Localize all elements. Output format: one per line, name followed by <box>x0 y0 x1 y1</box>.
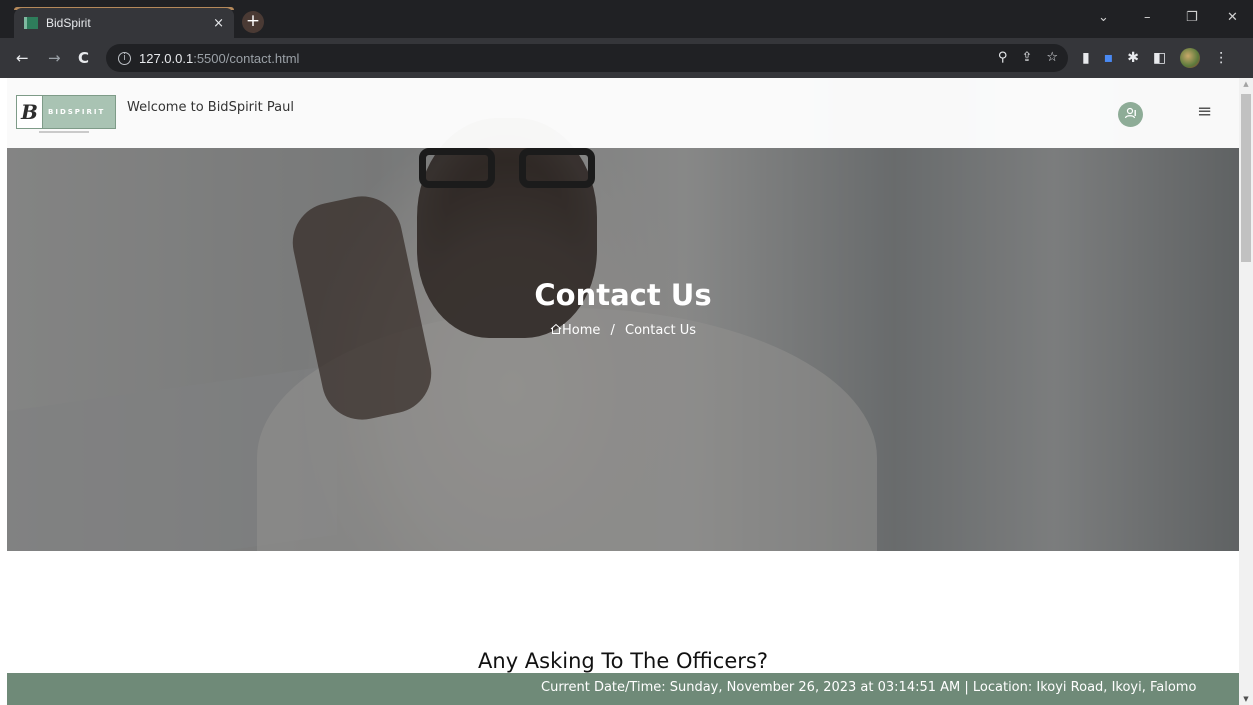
restore-button[interactable]: ❐ <box>1186 10 1198 25</box>
status-ticker: Current Date/Time: Sunday, November 26, … <box>7 673 1239 705</box>
reload-icon[interactable]: C <box>78 49 89 67</box>
address-bar[interactable]: i 127.0.0.1 :5500/contact.html ⚲ ⇪ ☆ <box>106 44 1068 72</box>
browser-tab[interactable]: BidSpirit × <box>14 8 234 38</box>
address-bar-actions: ⚲ ⇪ ☆ <box>998 50 1058 65</box>
site-logo[interactable]: B BIDSPIRIT <box>16 95 116 129</box>
profile-avatar[interactable] <box>1180 48 1201 68</box>
hero-overlay <box>7 78 1239 551</box>
forward-arrow-icon[interactable]: → <box>48 49 61 67</box>
side-panel-icon[interactable]: ◧ <box>1153 50 1166 66</box>
breadcrumb: Home / Contact Us <box>7 323 1239 338</box>
hamburger-menu-icon[interactable]: ≡ <box>1197 101 1212 122</box>
page-scrollbar[interactable]: ▲ ▼ <box>1239 78 1253 705</box>
site-header: B BIDSPIRIT Welcome to BidSpirit Paul ≡ <box>7 78 1239 148</box>
url-path: :5500/contact.html <box>193 50 300 66</box>
url-host: 127.0.0.1 <box>139 50 194 66</box>
breadcrumb-home-link[interactable]: Home <box>550 323 605 338</box>
page-viewport: Contact Us Home / Contact Us B BIDSPIRIT… <box>7 78 1239 705</box>
logo-wordmark: BIDSPIRIT <box>43 96 115 128</box>
ticker-text: Current Date/Time: Sunday, November 26, … <box>541 680 1197 695</box>
breadcrumb-current: Contact Us <box>625 323 697 338</box>
browser-menu-icon[interactable]: ⋮ <box>1214 50 1228 66</box>
extension-badge-icon[interactable]: ▪ <box>1104 50 1114 66</box>
home-icon <box>550 323 562 334</box>
page-title: Contact Us <box>534 278 712 312</box>
browser-tab-strip: BidSpirit × + ⌄ – ❐ ✕ <box>0 0 1253 38</box>
location-pin-icon[interactable]: ⚲ <box>998 50 1008 65</box>
close-window-button[interactable]: ✕ <box>1227 10 1238 25</box>
breadcrumb-separator: / <box>610 323 615 338</box>
scroll-up-arrow-icon[interactable]: ▲ <box>1239 80 1253 88</box>
extensions-puzzle-icon[interactable]: ✱ <box>1127 50 1139 66</box>
scrollbar-thumb[interactable] <box>1241 94 1251 262</box>
favicon-icon <box>24 17 38 29</box>
bookmark-star-icon[interactable]: ☆ <box>1046 50 1058 65</box>
user-account-button[interactable] <box>1118 102 1143 127</box>
tab-close-icon[interactable]: × <box>213 16 224 31</box>
tab-search-icon[interactable]: ⌄ <box>1098 10 1109 25</box>
logo-letter: B <box>17 96 43 128</box>
logo-tagline <box>39 131 89 133</box>
scroll-down-arrow-icon[interactable]: ▼ <box>1239 695 1253 703</box>
welcome-message: Welcome to BidSpirit Paul <box>127 100 294 115</box>
extension-document-icon[interactable]: ▮ <box>1082 50 1090 66</box>
back-arrow-icon[interactable]: ← <box>16 49 29 67</box>
site-info-icon[interactable]: i <box>118 51 131 65</box>
extensions-area: ▮ ▪ ✱ ◧ ⋮ <box>1082 48 1228 68</box>
user-badge-icon <box>1124 107 1136 119</box>
contact-section-title: Any Asking To The Officers? <box>478 649 768 673</box>
breadcrumb-home-label: Home <box>561 323 601 338</box>
hero-banner: Contact Us Home / Contact Us <box>7 78 1239 551</box>
tab-title: BidSpirit <box>46 16 91 30</box>
browser-toolbar: ← → C i 127.0.0.1 :5500/contact.html ⚲ ⇪… <box>0 38 1253 78</box>
minimize-button[interactable]: – <box>1144 10 1151 25</box>
new-tab-button[interactable]: + <box>242 11 264 33</box>
share-icon[interactable]: ⇪ <box>1021 50 1032 65</box>
